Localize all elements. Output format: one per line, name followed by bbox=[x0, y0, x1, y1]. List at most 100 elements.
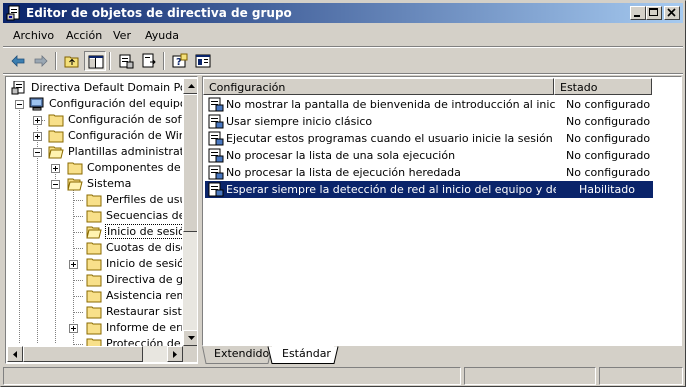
back-button[interactable] bbox=[7, 51, 29, 71]
forward-arrow-icon bbox=[34, 55, 48, 67]
scroll-thumb[interactable] bbox=[23, 346, 143, 362]
maximize-icon bbox=[649, 8, 658, 16]
folder-open-icon bbox=[67, 178, 83, 191]
close-icon bbox=[667, 8, 676, 17]
toolbar: ? bbox=[3, 48, 683, 74]
policy-icon bbox=[11, 81, 25, 95]
arrow-left-icon bbox=[13, 351, 17, 358]
setting-state: No configurado bbox=[566, 115, 651, 128]
column-header-estado[interactable]: Estado bbox=[554, 78, 652, 95]
tree-connector bbox=[73, 248, 83, 249]
policy-setting-icon bbox=[208, 114, 224, 129]
expand-toggle[interactable] bbox=[33, 116, 42, 125]
menu-bar: Archivo Acción Ver Ayuda bbox=[3, 26, 683, 46]
setting-name: Esperar siempre la detección de red al i… bbox=[226, 183, 556, 196]
status-panel bbox=[599, 367, 683, 385]
scroll-corner bbox=[183, 346, 197, 362]
setting-name: Usar siempre inicio clásico bbox=[226, 115, 373, 128]
tree-pane[interactable]: Directiva Default Domain Policy Configur… bbox=[5, 76, 198, 364]
help-icon: ? bbox=[172, 53, 188, 68]
tree-view[interactable]: Directiva Default Domain Policy Configur… bbox=[7, 78, 182, 346]
settings-list[interactable]: Configuración Estado No mostrar la panta… bbox=[202, 76, 682, 346]
column-header-label: Estado bbox=[560, 81, 598, 94]
close-button[interactable] bbox=[664, 6, 680, 20]
column-header-configuracion[interactable]: Configuración bbox=[203, 78, 554, 95]
folder-icon bbox=[86, 242, 102, 255]
folder-icon bbox=[86, 274, 102, 287]
status-bar bbox=[3, 367, 683, 385]
tree-connector bbox=[73, 232, 83, 233]
expand-toggle[interactable] bbox=[69, 260, 78, 269]
collapse-toggle[interactable] bbox=[15, 100, 24, 109]
setting-state: No configurado bbox=[566, 132, 651, 145]
tree-connector bbox=[73, 280, 83, 281]
tree-item-label: Informe de errores bbox=[106, 321, 182, 334]
policy-setting-icon bbox=[208, 97, 224, 112]
list-item-selected[interactable]: Esperar siempre la detección de red al i… bbox=[205, 181, 653, 198]
show-tree-button[interactable] bbox=[84, 51, 106, 71]
list-item[interactable]: No procesar la lista de ejecución hereda… bbox=[205, 164, 653, 181]
list-item[interactable]: No mostrar la pantalla de bienvenida de … bbox=[205, 96, 653, 113]
console-icon bbox=[195, 54, 211, 68]
policy-setting-icon bbox=[208, 165, 224, 180]
folder-icon bbox=[86, 306, 102, 319]
tree-item-label: Inicio de sesión de red bbox=[106, 257, 182, 270]
window-title: Editor de objetos de directiva de grupo bbox=[26, 6, 292, 20]
collapse-toggle[interactable] bbox=[33, 148, 42, 157]
minimize-button[interactable] bbox=[630, 6, 646, 20]
menu-ayuda[interactable]: Ayuda bbox=[145, 29, 179, 42]
setting-name: No procesar la lista de ejecución hereda… bbox=[226, 166, 461, 179]
tree-item-label: Secuencias de comandos bbox=[106, 209, 182, 222]
folder-icon bbox=[48, 130, 64, 143]
tree-item-label: Protección de archivos bbox=[106, 337, 182, 346]
back-arrow-icon bbox=[11, 55, 25, 67]
folder-icon bbox=[67, 162, 83, 175]
scroll-left-button[interactable] bbox=[7, 346, 23, 362]
tree-item-label: Configuración de Windows bbox=[68, 129, 182, 142]
list-item[interactable]: Ejecutar estos programas cuando el usuar… bbox=[205, 130, 653, 147]
tree-item-label: Sistema bbox=[87, 177, 132, 190]
console-button[interactable] bbox=[192, 51, 214, 71]
forward-button[interactable] bbox=[30, 51, 52, 71]
tree-item-label: Restaurar sistema bbox=[106, 305, 182, 318]
menu-accion[interactable]: Acción bbox=[66, 29, 102, 42]
policy-editor-icon bbox=[6, 5, 20, 21]
policy-setting-icon bbox=[208, 182, 224, 197]
export-list-button[interactable] bbox=[138, 51, 160, 71]
tree-item-label: Directiva Default Domain Policy bbox=[31, 81, 182, 94]
tree-connector bbox=[73, 296, 83, 297]
scroll-up-button[interactable] bbox=[183, 78, 197, 94]
title-bar[interactable]: Editor de objetos de directiva de grupo bbox=[3, 3, 683, 23]
folder-icon bbox=[86, 322, 102, 335]
tree-vertical-scrollbar[interactable] bbox=[183, 78, 197, 346]
tree-connector bbox=[55, 167, 56, 343]
scroll-thumb[interactable] bbox=[183, 94, 197, 232]
scroll-right-button[interactable] bbox=[167, 346, 183, 362]
maximize-button[interactable] bbox=[646, 6, 662, 20]
tree-horizontal-scrollbar[interactable] bbox=[7, 346, 183, 362]
show-tree-icon bbox=[88, 55, 104, 69]
toolbar-separator bbox=[55, 52, 57, 70]
scroll-down-button[interactable] bbox=[183, 330, 197, 346]
column-header-label: Configuración bbox=[209, 81, 286, 94]
tab-extendido[interactable]: Extendido bbox=[202, 346, 269, 363]
toolbar-separator bbox=[109, 52, 111, 70]
expand-toggle[interactable] bbox=[51, 164, 60, 173]
list-item[interactable]: Usar siempre inicio clásico No configura… bbox=[205, 113, 653, 130]
tab-estandar[interactable]: Estándar bbox=[270, 346, 331, 363]
arrow-up-icon bbox=[188, 84, 195, 88]
help-button[interactable]: ? bbox=[169, 51, 191, 71]
up-level-button[interactable] bbox=[61, 51, 83, 71]
setting-name: No mostrar la pantalla de bienvenida de … bbox=[226, 98, 556, 111]
tree-connector bbox=[73, 344, 83, 345]
view-tabs: Extendido Estándar bbox=[202, 346, 682, 364]
menu-archivo[interactable]: Archivo bbox=[13, 29, 54, 42]
expand-toggle[interactable] bbox=[33, 132, 42, 141]
properties-button[interactable] bbox=[115, 51, 137, 71]
setting-state: No configurado bbox=[566, 98, 651, 111]
list-item[interactable]: No procesar la lista de una sola ejecuci… bbox=[205, 147, 653, 164]
expand-toggle[interactable] bbox=[69, 324, 78, 333]
minimize-icon bbox=[634, 15, 640, 17]
menu-ver[interactable]: Ver bbox=[113, 29, 131, 42]
collapse-toggle[interactable] bbox=[51, 180, 60, 189]
